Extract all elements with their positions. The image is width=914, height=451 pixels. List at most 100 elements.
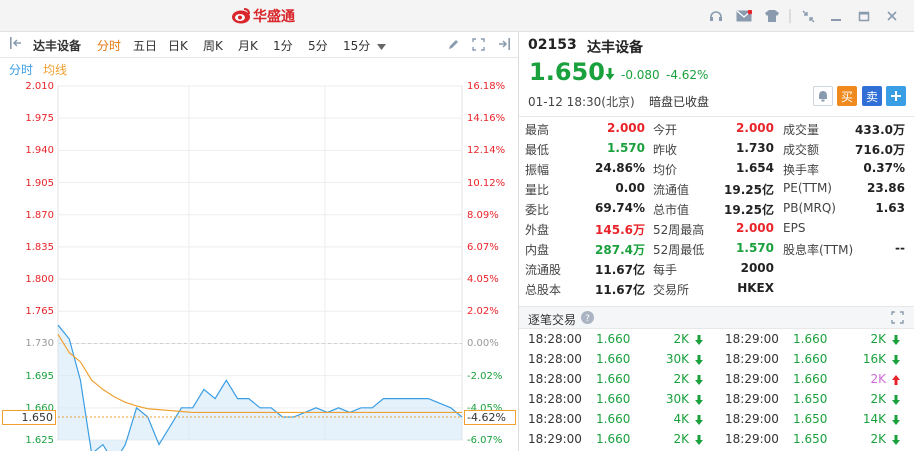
help-icon[interactable]: ? — [581, 311, 594, 327]
stat-value: 1.63 — [875, 201, 905, 215]
stat-label: 流通股 — [525, 263, 562, 277]
tab-period-4[interactable]: 月K — [238, 37, 258, 54]
stat-value: 24.86% — [595, 161, 645, 175]
y-tick-right: 0.00% — [467, 338, 499, 350]
chart-svg — [57, 85, 463, 451]
trade-volume: 2K — [870, 372, 886, 386]
y-tick-left: 2.010 — [25, 81, 54, 92]
stat-label: PB(MRQ) — [783, 201, 836, 215]
stat-value: 145.6万 — [595, 223, 645, 237]
close-icon[interactable] — [878, 2, 906, 30]
stat-label: 交易所 — [653, 283, 690, 297]
legend-timeshare[interactable]: 分时 — [9, 61, 33, 78]
toolbar-stock-name: 达丰设备 — [33, 39, 82, 53]
add-watchlist-icon[interactable] — [886, 86, 906, 106]
mail-icon[interactable] — [730, 2, 758, 30]
trade-price: 1.660 — [793, 332, 828, 346]
trade-ticker-title: 逐笔交易 — [528, 313, 577, 327]
tab-period-5[interactable]: 1分 — [273, 37, 293, 54]
trade-time: 18:28:00 — [528, 412, 582, 426]
stat-value: 2.000 — [607, 121, 645, 135]
y-tick-right: -6.07% — [467, 435, 503, 446]
trade-volume: 16K — [862, 352, 886, 366]
stat-label: 股息率(TTM) — [783, 243, 854, 257]
current-price-tag: 1.650 — [2, 410, 56, 425]
fullscreen-icon[interactable] — [472, 38, 485, 54]
trade-volume: 14K — [862, 412, 886, 426]
tab-period-2[interactable]: 日K — [168, 37, 188, 54]
trade-ticker-header: 逐笔交易 ? — [519, 307, 914, 329]
chart-frame — [57, 85, 463, 441]
minimize-icon[interactable] — [822, 2, 850, 30]
intraday-chart[interactable]: 2.010 16.18% 1.975 14.16% 1.940 12.14% 1.905 10… — [0, 78, 518, 451]
arrow-down-icon — [695, 435, 703, 445]
app-window: { "app": {"title": "华盛通"}, "toolbar": { … — [0, 0, 914, 451]
stat-label: 昨收 — [653, 143, 678, 157]
stat-label: EPS — [783, 221, 806, 235]
y-tick-right: 12.14% — [467, 145, 506, 157]
brand-logo-icon — [232, 8, 250, 24]
arrow-down-icon — [695, 415, 703, 425]
stat-value: 11.67亿 — [595, 263, 645, 277]
tab-period-6[interactable]: 5分 — [308, 37, 328, 54]
sidebar-toggle-icon[interactable] — [9, 36, 23, 53]
stat-label: PE(TTM) — [783, 181, 832, 195]
y-tick-right: 6.07% — [467, 241, 499, 253]
trade-price: 1.660 — [596, 332, 631, 346]
trade-volume: 2K — [870, 332, 886, 346]
trade-price: 1.660 — [596, 372, 631, 386]
tab-period-3[interactable]: 周K — [203, 37, 223, 54]
trade-time: 18:28:00 — [528, 352, 582, 366]
y-tick-left: 1.730 — [25, 338, 54, 350]
chevron-down-icon[interactable] — [377, 39, 386, 53]
stat-label: 量比 — [525, 183, 550, 197]
stat-value: 69.74% — [595, 201, 645, 215]
separator: | — [787, 8, 793, 24]
stat-value: 0.00 — [615, 181, 645, 195]
alert-bell-icon[interactable] — [813, 86, 833, 106]
stat-label: 总股本 — [525, 283, 562, 297]
tab-period-7[interactable]: 15分 — [343, 37, 370, 54]
stat-value: 23.86 — [867, 181, 905, 195]
draw-pencil-icon[interactable] — [447, 38, 460, 54]
trade-volume: 30K — [665, 352, 689, 366]
arrow-down-icon — [695, 335, 703, 345]
market-status: 暗盘已收盘 — [649, 95, 710, 109]
stat-value: 1.570 — [607, 141, 645, 155]
sell-button[interactable]: 卖 — [862, 86, 882, 106]
stat-label: 成交量 — [783, 123, 820, 137]
trade-ticker: 逐笔交易 ? 18:28:00 1.660 2K 18:28:00 1.660 30K 18… — [519, 306, 914, 451]
panel-toggle-icon[interactable] — [497, 37, 511, 54]
collapse-icon[interactable] — [794, 2, 822, 30]
maximize-icon[interactable] — [850, 2, 878, 30]
y-tick-left: 1.800 — [25, 274, 54, 286]
stat-value: 11.67亿 — [595, 283, 645, 297]
last-price: 1.650 — [529, 58, 605, 86]
skin-icon[interactable] — [758, 2, 786, 30]
price-area — [58, 325, 462, 451]
legend-avg-line[interactable]: 均线 — [43, 61, 67, 78]
trade-price: 1.660 — [596, 412, 631, 426]
buy-button[interactable]: 买 — [837, 86, 857, 106]
expand-icon[interactable] — [891, 311, 904, 327]
arrow-down-icon — [892, 415, 900, 425]
stat-label: 流通值 — [653, 183, 690, 197]
headset-icon[interactable] — [702, 2, 730, 30]
y-tick-right: 16.18% — [467, 81, 506, 92]
trade-time: 18:29:00 — [725, 412, 779, 426]
trade-time: 18:29:00 — [725, 432, 779, 446]
arrow-down-icon — [892, 395, 900, 405]
y-tick-right: -2.02% — [467, 370, 503, 382]
stat-value: -- — [895, 241, 905, 255]
stat-value: 2000 — [740, 261, 774, 275]
y-tick-right: 8.09% — [467, 209, 499, 221]
tab-period-0[interactable]: 分时 — [97, 37, 121, 54]
title-bar: 华盛通 | — [0, 0, 914, 32]
trade-time: 18:28:00 — [528, 332, 582, 346]
trade-time: 18:28:00 — [528, 372, 582, 386]
arrow-down-icon — [695, 395, 703, 405]
stock-name: 达丰设备 — [587, 40, 643, 56]
tab-period-1[interactable]: 五日 — [133, 37, 157, 54]
y-tick-left: 1.975 — [25, 113, 54, 125]
stat-label: 成交额 — [783, 143, 820, 157]
